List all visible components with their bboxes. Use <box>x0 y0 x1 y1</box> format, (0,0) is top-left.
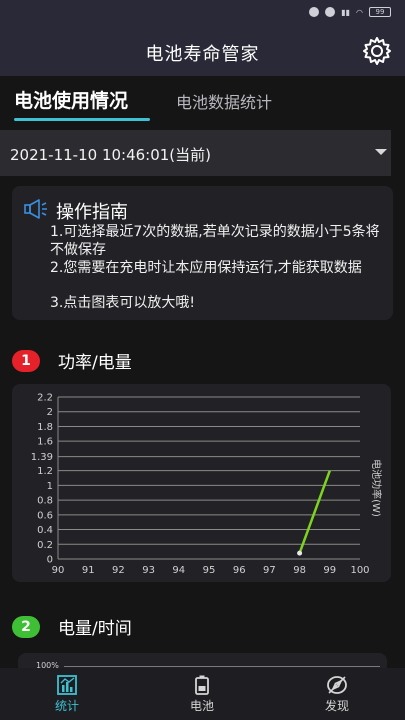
battery-icon <box>195 675 209 695</box>
battery-status: 99 <box>369 7 391 17</box>
nav-label: 电池 <box>189 699 214 713</box>
x-tick-label: 97 <box>263 565 276 576</box>
power-chart[interactable]: 0 0.2 0.4 0.6 0.8 1 1.2 1.39 1.6 1.8 2 2.2 90 91 92 93 9… <box>12 384 391 582</box>
notification-icon <box>309 7 320 17</box>
y-tick-label: 0.4 <box>37 525 53 536</box>
section-power-header: 1 功率/电量 <box>12 348 132 373</box>
wifi-icon: ◠ <box>356 7 363 17</box>
y-tick-label: 0.8 <box>37 496 53 507</box>
x-tick-label: 90 <box>52 565 65 576</box>
y-axis-label: 电池功率(W) <box>370 459 383 517</box>
nav-item-stats[interactable]: 统计 <box>27 674 107 714</box>
tab-indicator <box>14 118 150 121</box>
date-select[interactable]: 2021-11-10 10:46:01(当前) <box>0 130 391 176</box>
section-title: 功率/电量 <box>58 353 132 373</box>
x-tick-label: 100 <box>350 565 369 576</box>
tab-battery-stats[interactable]: 电池数据统计 <box>176 89 272 113</box>
x-tick-label: 95 <box>203 565 216 576</box>
series-line <box>298 470 331 554</box>
y-tick-label: 0.2 <box>37 540 53 551</box>
nav-label: 统计 <box>54 699 79 713</box>
guide-card: 操作指南 1.可选择最近7次的数据,若单次记录的数据小于5条将不做保存 2.您需… <box>12 186 393 320</box>
tab-bar: 电池使用情况 电池数据统计 <box>0 76 405 130</box>
y-tick-label: 0.6 <box>37 510 53 521</box>
section-number-badge: 1 <box>12 349 40 372</box>
y-tick-label: 1.39 <box>31 452 53 463</box>
y-tick-label: 2 <box>47 407 53 418</box>
app-title: 电池寿命管家 <box>145 44 260 65</box>
data-point <box>297 550 303 556</box>
guide-item: 2.您需要在充电时让本应用保持运行,才能获取数据 <box>50 260 362 276</box>
megaphone-icon <box>24 199 47 219</box>
status-bar: ▮▮ ◠ 99 <box>0 0 405 26</box>
y-tick-label: 1.6 <box>37 437 53 448</box>
signal-icon: ▮▮ <box>341 7 351 17</box>
guide-item: 3.点击图表可以放大哦! <box>50 295 195 311</box>
chevron-down-icon <box>375 149 387 155</box>
x-tick-label: 94 <box>172 565 185 576</box>
y-tick-label: 2.2 <box>37 393 53 404</box>
section-capacity-header: 2 电量/时间 <box>12 614 132 639</box>
power-chart-svg: 0 0.2 0.4 0.6 0.8 1 1.2 1.39 1.6 1.8 2 2.2 90 91 92 93 9… <box>31 393 383 577</box>
bottom-nav: 统计 电池 发现 <box>0 668 405 720</box>
nav-label: 发现 <box>324 699 349 713</box>
x-tick-label: 96 <box>233 565 246 576</box>
date-select-value: 2021-11-10 10:46:01(当前) <box>10 146 212 164</box>
guide-item: 1.可选择最近7次的数据,若单次记录的数据小于5条将不做保存 <box>50 224 380 258</box>
x-tick-label: 92 <box>112 565 125 576</box>
guide-title: 操作指南 <box>56 202 128 223</box>
x-tick-label: 99 <box>323 565 336 576</box>
tab-battery-usage[interactable]: 电池使用情况 <box>14 86 128 113</box>
grid-line <box>64 666 380 667</box>
discover-icon <box>327 676 347 694</box>
stats-icon <box>57 675 77 695</box>
y-tick-label: 1 <box>47 481 53 492</box>
app-bar: 电池寿命管家 <box>0 26 405 76</box>
x-tick-label: 93 <box>142 565 155 576</box>
y-tick-label: 1.8 <box>37 422 53 433</box>
gear-icon[interactable] <box>361 35 393 67</box>
section-title: 电量/时间 <box>58 619 132 639</box>
y-tick-label: 0 <box>47 555 53 566</box>
y-tick-label: 1.2 <box>37 466 53 477</box>
hd-icon <box>325 7 336 17</box>
nav-item-battery[interactable]: 电池 <box>162 674 242 714</box>
x-tick-label: 91 <box>82 565 95 576</box>
x-tick-label: 98 <box>293 565 306 576</box>
section-number-badge: 2 <box>12 615 40 638</box>
nav-item-discover[interactable]: 发现 <box>297 674 377 714</box>
status-icons: ▮▮ ◠ 99 <box>309 7 391 17</box>
